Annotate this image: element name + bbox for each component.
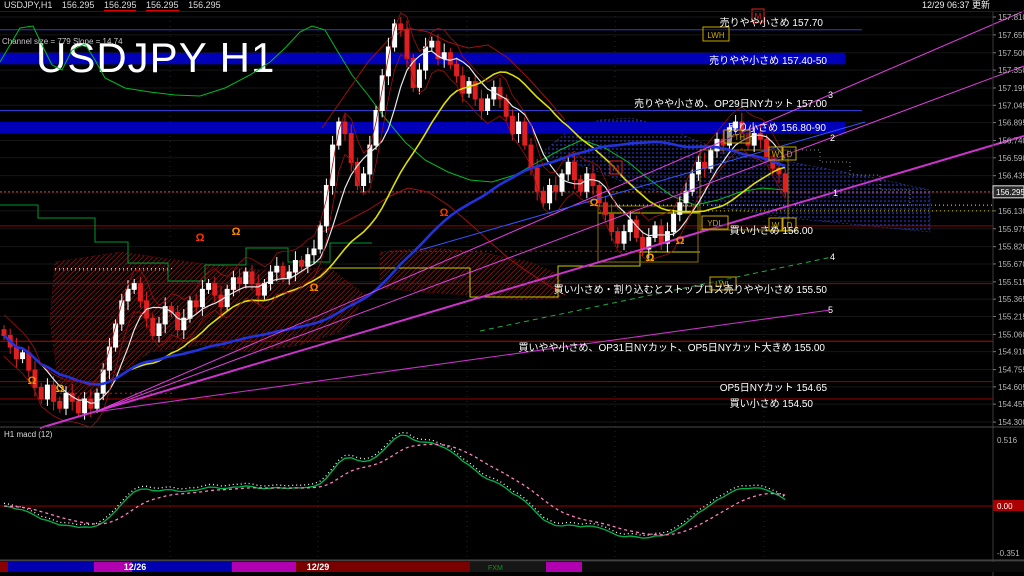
price-tick-label: 156.740: [998, 136, 1024, 145]
price-tick-label: 155.060: [998, 330, 1024, 339]
price-tick-label: 157.350: [998, 66, 1024, 75]
price-tick-label: 154.605: [998, 383, 1024, 392]
level-tag-label: M: [613, 164, 620, 173]
level-tag-label: YDL: [707, 219, 723, 228]
channel-info-label: Channel size = 779 Slope = 14.74: [2, 37, 123, 46]
price-tick-label: 156.435: [998, 172, 1024, 181]
trendline-label: 5: [828, 305, 833, 315]
price-tick-label: 156.130: [998, 207, 1024, 216]
price-annotation: 買い小さめ・割り込むとストップロス売りやや小さめ 155.50: [554, 283, 828, 296]
price-annotation: 買いやや小さめ、OP31日NYカット、OP5日NYカット大きめ 155.00: [518, 341, 825, 354]
signal-marker: Ω: [590, 197, 599, 209]
level-tag-label: LWH: [707, 31, 724, 40]
session-segment: [546, 562, 582, 572]
price-annotation: OP5日NYカット 154.65: [720, 382, 828, 394]
session-segment: [8, 562, 94, 572]
price-tick-label: 157.045: [998, 101, 1024, 110]
session-segment: [0, 562, 8, 572]
signal-marker: Ω: [196, 232, 205, 244]
session-note: FXM: [488, 565, 503, 572]
price-annotation: 買い小さめ 154.50: [730, 398, 814, 410]
session-segment: [582, 562, 1024, 572]
price-tick-label: 156.895: [998, 119, 1024, 128]
price-tick-label: 157.195: [998, 84, 1024, 93]
signal-marker: Ω: [56, 383, 65, 395]
session-segment: [470, 562, 546, 572]
signal-marker: Ω: [28, 375, 37, 387]
macd-indicator-label: H1 macd (12): [4, 430, 52, 439]
price-tick-label: 154.300: [998, 418, 1024, 427]
price-tick-label: 155.215: [998, 312, 1024, 321]
quote-open: 156.295: [62, 0, 95, 10]
level-tag-label: D: [787, 150, 793, 159]
signal-marker: Ω: [676, 235, 685, 247]
price-tick-label: 155.820: [998, 243, 1024, 252]
price-tick-label: 156.590: [998, 154, 1024, 163]
date-label: 12/29: [307, 562, 330, 572]
price-tick-label: 155.670: [998, 260, 1024, 269]
trendline-label: 1: [833, 188, 838, 198]
session-segment: [132, 562, 232, 572]
macd-tick-label: 0.516: [997, 436, 1018, 445]
signal-marker: Ω: [440, 207, 449, 219]
price-tick-label: 155.975: [998, 225, 1024, 234]
price-annotation: 買い小さめ 156.00: [730, 225, 814, 237]
current-price-label: 156.295: [996, 188, 1024, 197]
signal-marker: Ω: [646, 252, 655, 264]
symbol-period-label: USDJPY,H1: [4, 0, 52, 10]
mt4-chart-window: USDJPY H132145ΩΩΩΩΩΩΩΩΩLWHYTHWDYDLWDLWLM…: [0, 0, 1024, 576]
price-annotation: 売りやや小さめ 157.40-50: [709, 54, 827, 67]
level-tag-label: W: [772, 150, 780, 159]
price-tick-label: 155.365: [998, 295, 1024, 304]
signal-marker: Ω: [232, 226, 241, 238]
price-annotation: 売りやや小さめ 157.70: [720, 16, 824, 29]
macd-main-line: [4, 435, 785, 538]
price-tick-label: 154.755: [998, 366, 1024, 375]
price-tick-label: 157.655: [998, 31, 1024, 40]
symbol-quote: USDJPY,H1 156.295 156.295 156.295 156.29…: [4, 0, 228, 10]
quote-bar: USDJPY,H1 156.295 156.295 156.295 156.29…: [0, 0, 1024, 12]
price-tick-label: 157.810: [998, 13, 1024, 22]
chart-canvas[interactable]: USDJPY H132145ΩΩΩΩΩΩΩΩΩLWHYTHWDYDLWDLWLM…: [0, 0, 1024, 576]
macd-signal-line: [4, 444, 785, 535]
quote-low: 156.295: [146, 0, 179, 11]
quote-high: 156.295: [104, 0, 137, 11]
macd-tick-label: -0.351: [997, 549, 1020, 558]
trendline-label: 2: [830, 133, 835, 143]
session-segment: [232, 562, 296, 572]
signal-marker: Ω: [310, 282, 319, 294]
trendline-label: 4: [830, 252, 835, 262]
price-tick-label: 157.500: [998, 49, 1024, 58]
price-annotation: 売りやや小さめ、OP29日NYカット 157.00: [634, 97, 827, 110]
red-channel-top: [322, 28, 565, 128]
date-label: 12/26: [124, 562, 147, 572]
price-tick-label: 154.455: [998, 400, 1024, 409]
order-band: [0, 122, 845, 134]
update-timestamp: 12/29 06:37 更新: [922, 0, 990, 10]
price-tick-label: 154.910: [998, 348, 1024, 357]
macd-tick-label: 0.00: [997, 502, 1013, 511]
price-tick-label: 155.515: [998, 278, 1024, 287]
level-tag-label: YTH: [729, 133, 745, 142]
quote-close: 156.295: [188, 0, 221, 10]
price-annotation: 売り小さめ 156.80-90: [728, 121, 826, 134]
macd-ghost-line: [4, 432, 785, 535]
trendline-label: 3: [828, 90, 833, 100]
